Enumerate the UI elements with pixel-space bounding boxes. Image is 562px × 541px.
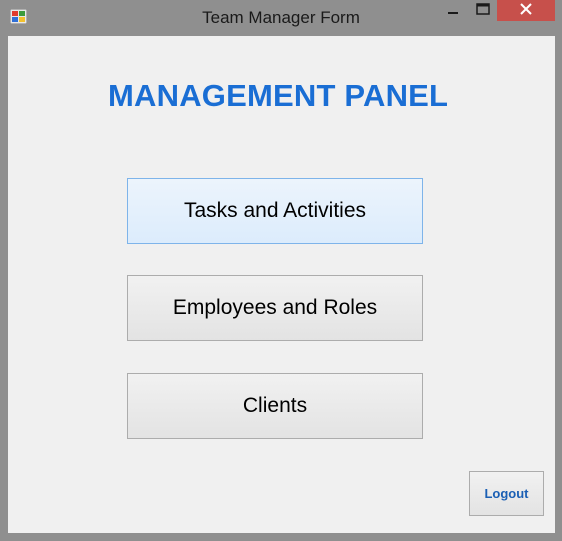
- employees-and-roles-button[interactable]: Employees and Roles: [127, 275, 423, 341]
- maximize-button[interactable]: [471, 0, 495, 21]
- close-icon: [520, 2, 532, 20]
- form-client-area: MANAGEMENT PANEL Tasks and Activities Em…: [8, 36, 555, 533]
- main-window: Team Manager Form MANAGEMENT PANEL Tasks…: [0, 0, 562, 541]
- title-bar[interactable]: Team Manager Form: [0, 0, 562, 36]
- logout-button[interactable]: Logout: [469, 471, 544, 516]
- tasks-and-activities-button[interactable]: Tasks and Activities: [127, 178, 423, 244]
- clients-button[interactable]: Clients: [127, 373, 423, 439]
- minimize-icon: [447, 2, 459, 20]
- page-title: MANAGEMENT PANEL: [108, 78, 449, 113]
- close-button[interactable]: [497, 0, 555, 21]
- minimize-button[interactable]: [441, 0, 465, 21]
- maximize-icon: [476, 2, 490, 20]
